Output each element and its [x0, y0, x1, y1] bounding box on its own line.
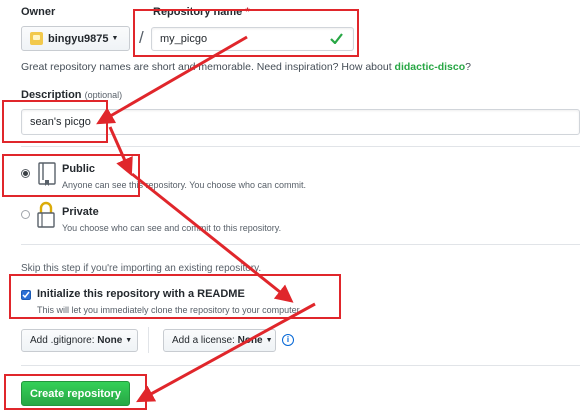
readme-checkbox[interactable]	[21, 290, 31, 300]
suggestion-link[interactable]: didactic-disco	[395, 61, 466, 73]
checkmark-icon	[22, 291, 30, 299]
vertical-divider	[148, 327, 149, 353]
repo-name-input[interactable]: my_picgo	[151, 27, 354, 51]
license-select[interactable]: Add a license: None ▼	[163, 329, 276, 352]
public-radio[interactable]	[21, 169, 30, 178]
owner-repo-separator: /	[139, 28, 144, 47]
license-value: None	[237, 335, 263, 346]
repo-book-icon	[38, 162, 56, 186]
divider	[21, 365, 580, 366]
repo-name-value: my_picgo	[160, 33, 208, 45]
chevron-down-icon: ▼	[125, 337, 133, 344]
public-description: Anyone can see this repository. You choo…	[62, 180, 306, 190]
owner-username: bingyu9875	[48, 32, 109, 45]
gitignore-value: None	[97, 335, 123, 346]
annotation-arrow	[136, 302, 316, 403]
private-label[interactable]: Private	[62, 206, 99, 218]
check-icon	[330, 33, 343, 44]
annotation-arrow	[131, 172, 294, 303]
divider	[21, 244, 580, 245]
public-label[interactable]: Public	[62, 163, 95, 175]
license-label: Add a license:	[172, 335, 235, 346]
chevron-down-icon: ▼	[111, 35, 119, 42]
gitignore-label: Add .gitignore:	[30, 335, 95, 346]
divider	[21, 146, 580, 147]
owner-label: Owner	[21, 6, 56, 18]
chevron-down-icon: ▼	[265, 337, 273, 344]
info-icon[interactable]: i	[282, 334, 294, 346]
description-value: sean's picgo	[30, 116, 91, 128]
repo-name-label: Repository name *	[153, 6, 250, 18]
name-hint: Great repository names are short and mem…	[21, 61, 471, 73]
owner-avatar	[30, 32, 43, 45]
description-input[interactable]: sean's picgo	[21, 109, 580, 135]
owner-select[interactable]: bingyu9875 ▼	[21, 26, 130, 51]
skip-hint: Skip this step if you're importing an ex…	[21, 263, 262, 274]
readme-label[interactable]: Initialize this repository with a README	[37, 288, 245, 300]
description-label: Description (optional)	[21, 89, 123, 101]
private-radio[interactable]	[21, 210, 30, 219]
private-description: You choose who can see and commit to thi…	[62, 223, 282, 233]
readme-description: This will let you immediately clone the …	[37, 305, 302, 315]
gitignore-select[interactable]: Add .gitignore: None ▼	[21, 329, 138, 352]
create-repository-button[interactable]: Create repository	[21, 381, 130, 406]
lock-icon	[37, 201, 55, 228]
